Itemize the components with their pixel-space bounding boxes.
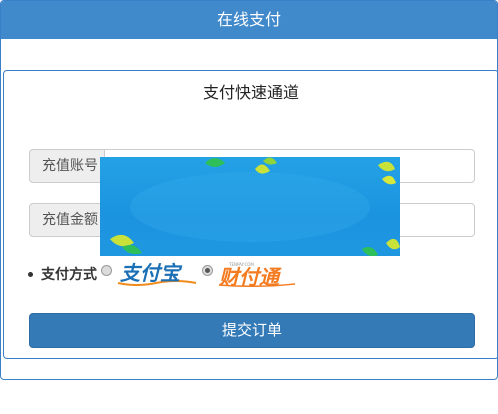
panel-title: 支付快速通道 — [202, 83, 299, 102]
tenpay-logo-icon: TENPAY.COM 财付通 — [218, 262, 296, 289]
page-header: 在线支付 — [1, 1, 497, 39]
payment-method-row: 支付方式 支付宝 TENPAY.COM 财付通 — [28, 261, 303, 289]
svg-text:支付宝: 支付宝 — [120, 261, 183, 285]
svg-text:财付通: 财付通 — [218, 265, 282, 287]
payment-method-label: 支付方式 — [41, 267, 97, 283]
leaf-decoration-icon — [110, 157, 400, 256]
tenpay-radio[interactable] — [202, 264, 213, 276]
amount-label: 充值金额 — [29, 203, 105, 237]
tenpay-logo[interactable]: TENPAY.COM 财付通 — [217, 261, 303, 289]
alipay-logo-icon: 支付宝 — [117, 261, 197, 286]
account-label: 充值账号 — [29, 149, 105, 183]
list-bullet — [28, 271, 33, 277]
alipay-radio[interactable] — [101, 264, 112, 276]
submit-order-button[interactable]: 提交订单 — [29, 313, 475, 348]
alipay-logo[interactable]: 支付宝 — [116, 261, 198, 287]
overlay-banner[interactable] — [100, 157, 400, 256]
